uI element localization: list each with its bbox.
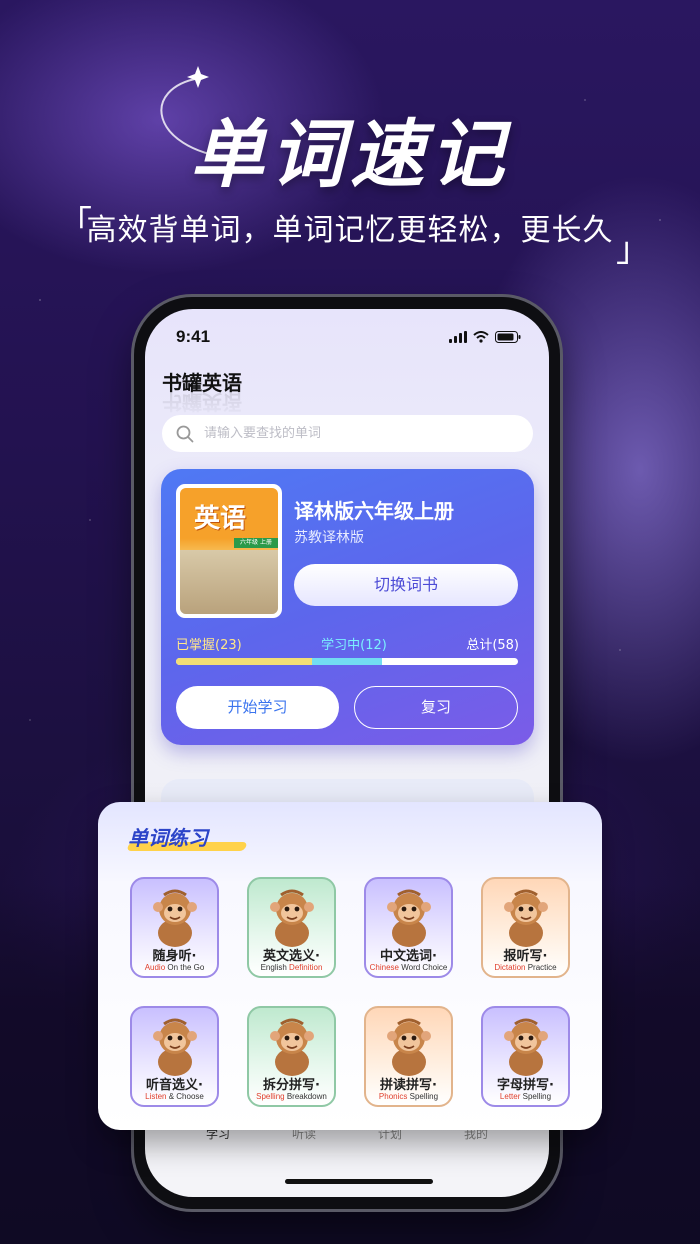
status-time: 9:41 <box>176 327 211 346</box>
tile-subtitle: Audio On the Go <box>132 963 217 972</box>
tile-subtitle: Letter Spelling <box>483 1092 568 1101</box>
tagline: 高效背单词，单词记忆更轻松，更长久 <box>86 213 614 248</box>
book-publisher: 苏教译林版 <box>294 530 364 546</box>
monkey-mascot-icon <box>503 889 548 947</box>
tile-subtitle: English Definition <box>249 963 334 972</box>
word-practice-card: 单词练习 随身听· Audio On the Go 英文选义· English Def… <box>98 802 602 1130</box>
practice-tile-chinese-word-choice[interactable]: 中文选词· Chinese Word Choice <box>364 877 453 978</box>
practice-tile-phonics-spelling[interactable]: 拼读拼写· Phonics Spelling <box>364 1006 453 1107</box>
tile-subtitle-main: & Choose <box>166 1092 204 1101</box>
tile-subtitle-accent: Definition <box>286 963 323 972</box>
tile-subtitle-main: Breakdown <box>284 1092 327 1101</box>
practice-tile-dictation-practice[interactable]: 报听写· Dictation Practice <box>481 877 570 978</box>
practice-tile-english-definition[interactable]: 英文选义· English Definition <box>247 877 336 978</box>
tile-subtitle-main: On the Go <box>165 963 205 972</box>
tile-subtitle-main: English <box>260 963 287 972</box>
tile-subtitle: Spelling Breakdown <box>249 1092 334 1101</box>
tile-subtitle: Listen & Choose <box>132 1092 217 1101</box>
progress-mastered-fill <box>176 658 312 665</box>
monkey-mascot-icon <box>152 889 197 947</box>
practice-tile-spelling-breakdown[interactable]: 拆分拼写· Spelling Breakdown <box>247 1006 336 1107</box>
tile-title: 拆分拼写· <box>263 1078 320 1093</box>
status-icons <box>449 331 521 343</box>
tile-subtitle-main: Practice <box>525 963 557 972</box>
tile-title: 字母拼写· <box>497 1078 554 1093</box>
tile-title: 拼读拼写· <box>380 1078 437 1093</box>
headline: 单词速记 <box>190 112 510 198</box>
tile-subtitle-accent: Spelling <box>256 1092 285 1101</box>
tile-subtitle-accent: Phonics <box>378 1092 408 1101</box>
signal-icon <box>449 331 467 343</box>
tile-subtitle-main: Spelling <box>407 1092 439 1101</box>
switch-book-button[interactable]: 切换词书 <box>294 564 518 606</box>
mastered-label: 已掌握(23) <box>176 638 242 653</box>
tile-subtitle-accent: Chinese <box>369 963 400 972</box>
search-input[interactable] <box>204 426 504 441</box>
book-card: 英语 六年级 上册 译林版六年级上册 苏教译林版 切换词书 已掌握(23) 学习… <box>161 469 534 745</box>
tile-title: 中文选词· <box>380 949 437 964</box>
cover-grade-badge: 六年级 上册 <box>234 538 278 548</box>
practice-grid: 随身听· Audio On the Go 英文选义· English Definiti… <box>130 877 570 1107</box>
tile-subtitle: Phonics Spelling <box>366 1092 451 1101</box>
start-learning-button[interactable]: 开始学习 <box>176 686 339 729</box>
review-button[interactable]: 复习 <box>354 686 518 729</box>
tile-title: 随身听· <box>152 949 197 964</box>
monkey-mascot-icon <box>269 889 314 947</box>
tile-subtitle-accent: Dictation <box>494 963 526 972</box>
total-label: 总计(58) <box>466 638 519 653</box>
tile-subtitle-accent: Listen <box>145 1092 167 1101</box>
practice-tile-listen-and-choose[interactable]: 听音选义· Listen & Choose <box>130 1006 219 1107</box>
search-icon <box>176 425 194 442</box>
home-indicator <box>285 1179 433 1184</box>
cover-title: 英语 <box>194 504 247 534</box>
monkey-mascot-icon <box>269 1018 314 1076</box>
tile-subtitle-main: Spelling <box>520 1092 552 1101</box>
tile-subtitle-main: Word Choice <box>399 963 448 972</box>
cover-illustration <box>180 550 278 614</box>
tile-subtitle-accent: Letter <box>499 1092 521 1101</box>
app-title-reflection: 书罐英语 <box>162 390 242 414</box>
bracket-close: 」 <box>616 230 650 270</box>
tile-subtitle: Dictation Practice <box>483 963 568 972</box>
book-cover[interactable]: 英语 六年级 上册 <box>176 484 282 618</box>
wifi-icon <box>473 331 489 343</box>
learning-label: 学习中(12) <box>321 638 387 653</box>
progress-labels: 已掌握(23) 学习中(12) 总计(58) <box>176 634 519 653</box>
practice-tile-audio-on-the-go[interactable]: 随身听· Audio On the Go <box>130 877 219 978</box>
search-bar[interactable] <box>162 415 533 452</box>
practice-tile-letter-spelling[interactable]: 字母拼写· Letter Spelling <box>481 1006 570 1107</box>
tile-title: 英文选义· <box>263 949 320 964</box>
progress-learning-fill <box>311 658 383 665</box>
monkey-mascot-icon <box>152 1018 197 1076</box>
status-bar: 9:41 <box>176 325 521 349</box>
book-cover-art: 英语 六年级 上册 <box>180 488 278 614</box>
tile-title: 报听写· <box>503 949 548 964</box>
tile-subtitle-accent: Audio <box>144 963 166 972</box>
monkey-mascot-icon <box>503 1018 548 1076</box>
progress-bar <box>176 658 518 665</box>
book-name: 译林版六年级上册 <box>294 499 454 523</box>
monkey-mascot-icon <box>386 1018 431 1076</box>
practice-title: 单词练习 <box>128 826 208 850</box>
monkey-mascot-icon <box>386 889 431 947</box>
tile-title: 听音选义· <box>146 1078 203 1093</box>
tile-subtitle: Chinese Word Choice <box>366 963 451 972</box>
battery-icon <box>495 331 521 343</box>
